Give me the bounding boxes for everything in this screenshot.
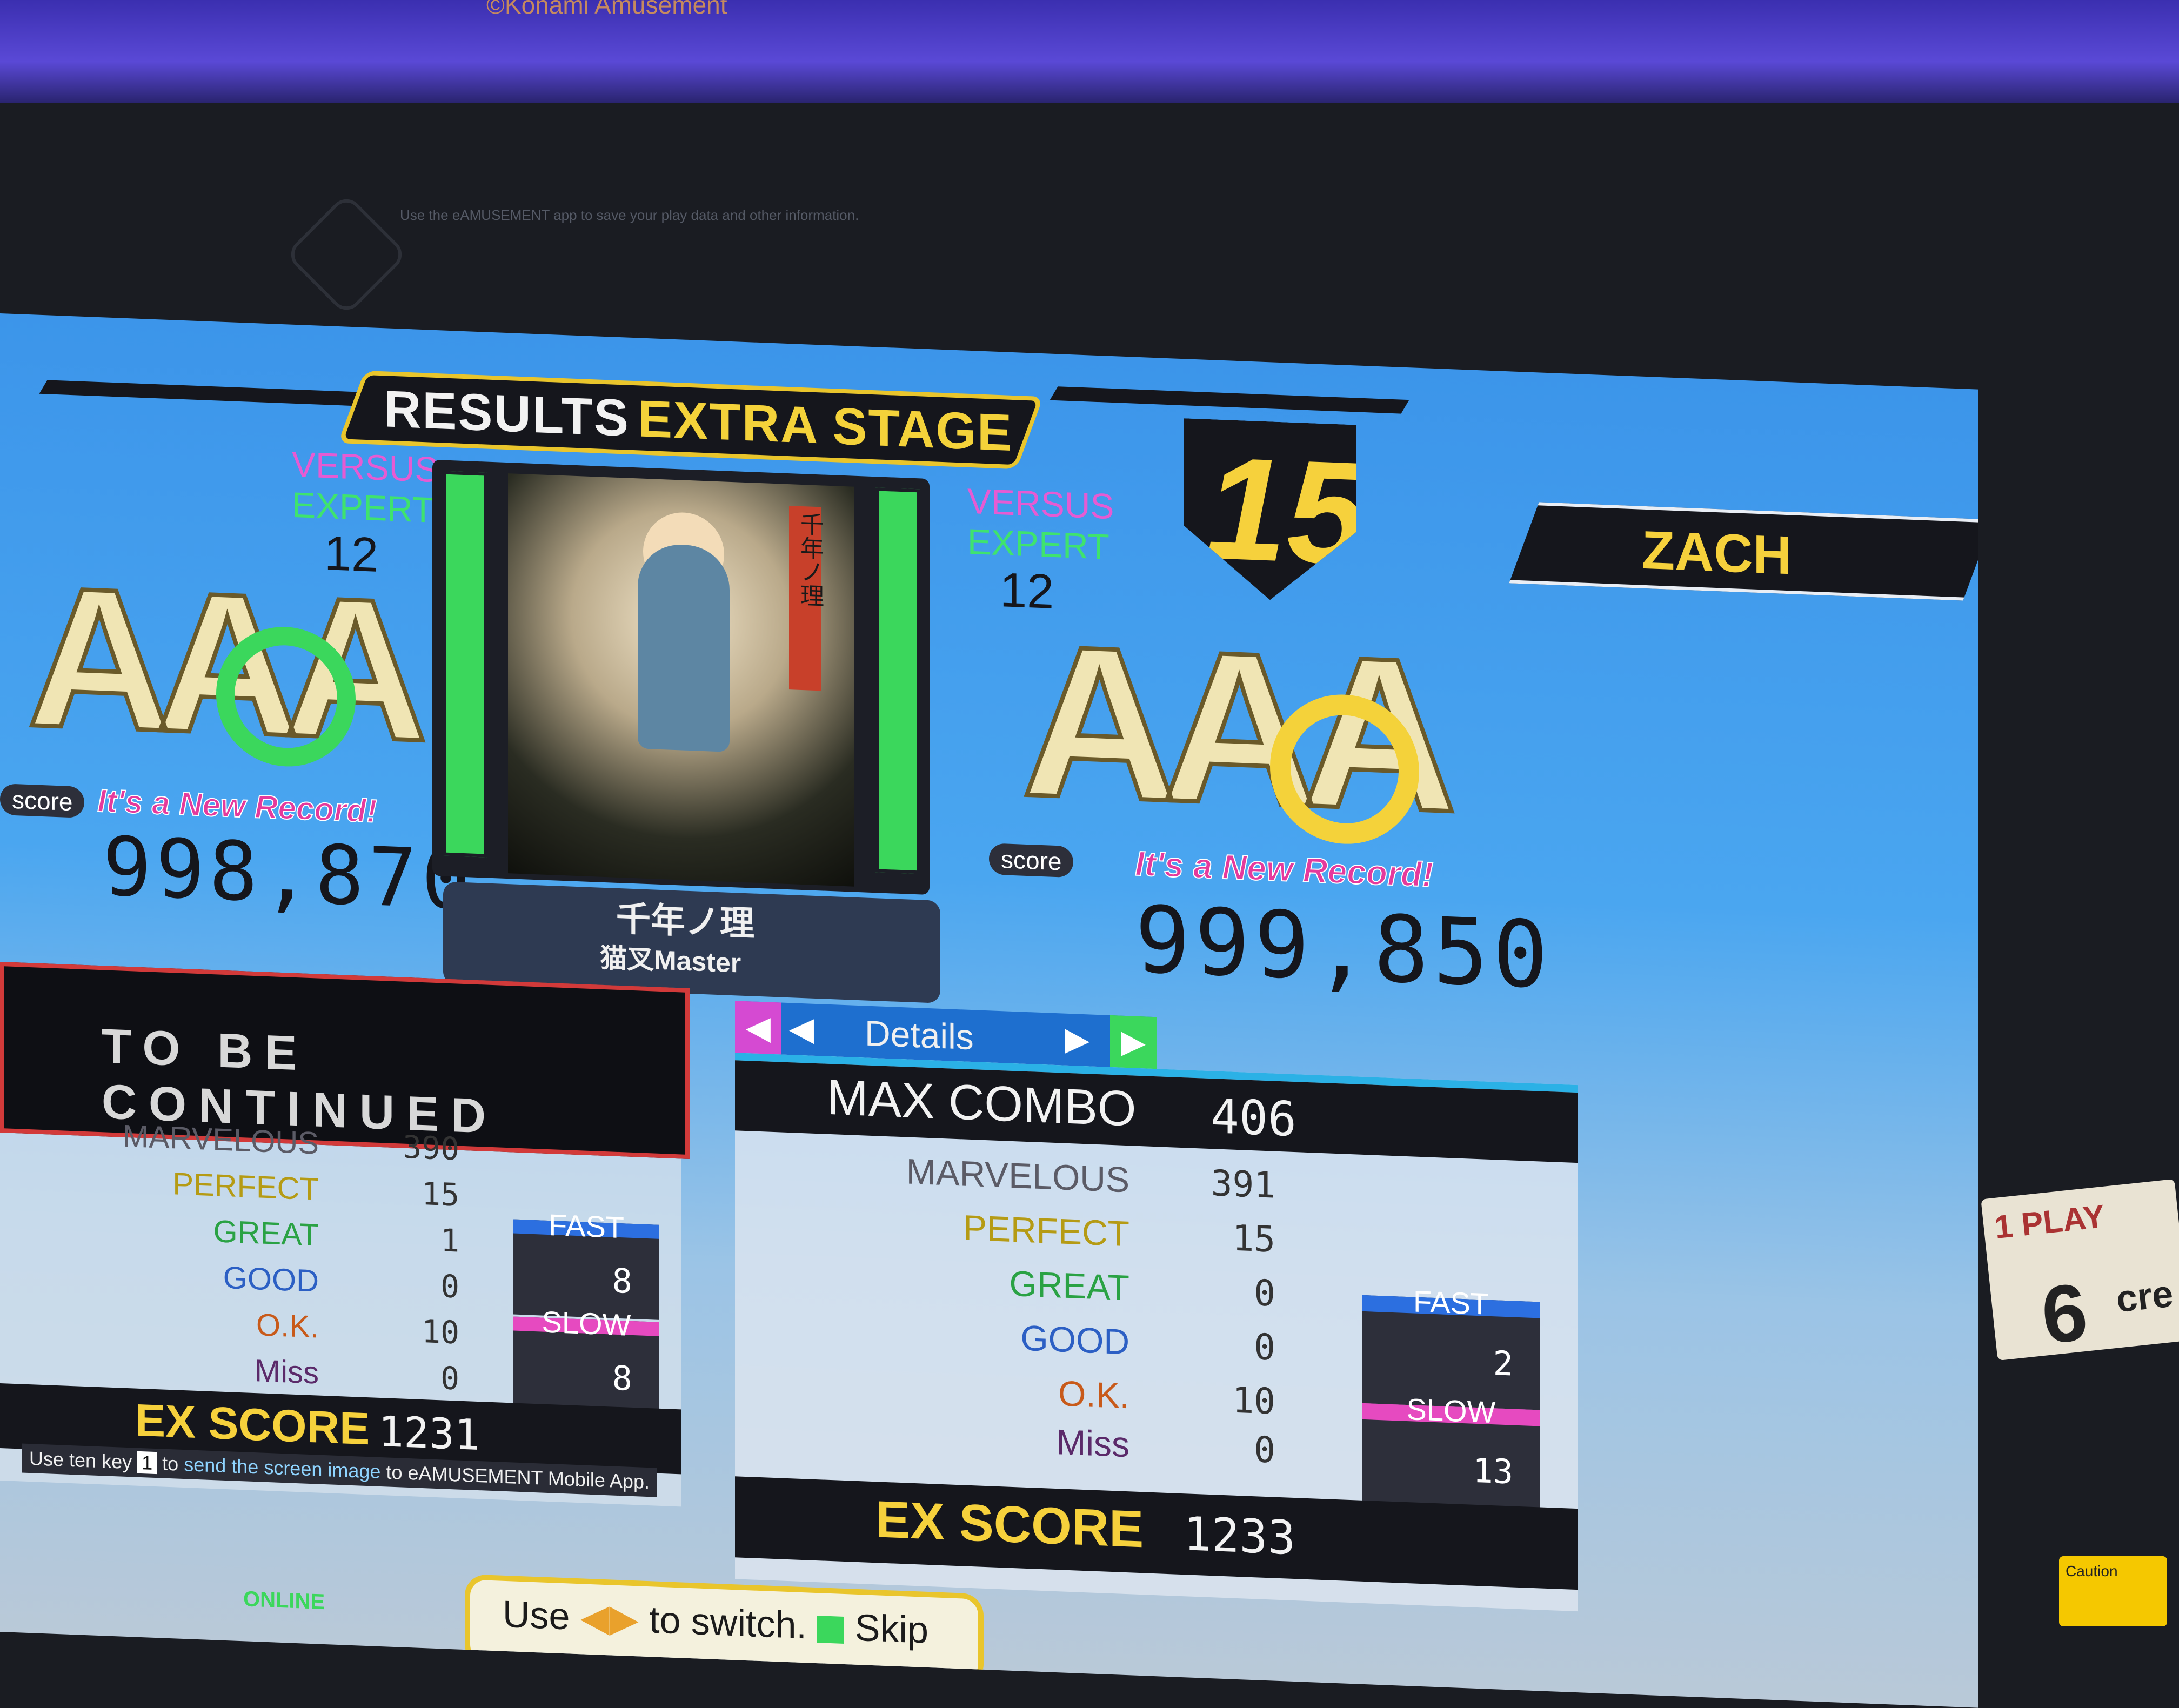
right-slow-value: 13 xyxy=(1473,1450,1513,1492)
hint-mid: to xyxy=(162,1452,179,1475)
left-mode: VERSUS xyxy=(292,444,439,490)
cabinet-marquee: ©Konami Amusement xyxy=(0,0,2179,103)
results-title: RESULTS xyxy=(384,380,630,447)
player-name: ZACH xyxy=(1641,519,1792,586)
player-name-plate: ZACH xyxy=(1509,502,1978,601)
header-deco-left xyxy=(39,380,372,406)
right-great-label: GREAT xyxy=(1009,1263,1129,1308)
right-score: 999,850 xyxy=(1135,886,1553,1010)
max-combo-label: MAX COMBO xyxy=(827,1069,1137,1137)
right-ok-label: O.K. xyxy=(1058,1373,1129,1416)
sticker-credit-unit: cre xyxy=(2114,1272,2175,1321)
ten-key-1-icon: 1 xyxy=(137,1451,157,1475)
max-combo-value: 406 xyxy=(1211,1088,1296,1148)
copyright-text: ©Konami Amusement xyxy=(486,0,727,19)
switch-hint-switch: to switch. xyxy=(649,1598,807,1647)
left-ex-score-label: EX SCORE xyxy=(135,1394,370,1455)
hint-link: send the screen image xyxy=(184,1453,381,1483)
tab-right-arrow-icon[interactable]: ▶ xyxy=(1065,1020,1090,1059)
tab-left-arrow-icon[interactable]: ◀ xyxy=(789,1009,814,1048)
right-gauge-bar xyxy=(875,487,920,874)
tab-details[interactable]: Details xyxy=(865,1012,974,1057)
right-marvelous-label: MARVELOUS xyxy=(906,1151,1129,1200)
left-slow-value: 8 xyxy=(612,1358,632,1398)
previous-page-button[interactable]: ◀ xyxy=(735,1001,781,1055)
song-artist: 猫叉Master xyxy=(600,942,741,979)
right-good-value: 0 xyxy=(1254,1326,1275,1369)
right-fast-value: 2 xyxy=(1493,1343,1513,1384)
green-button-icon xyxy=(817,1615,845,1644)
right-judgement-list: MARVELOUS 391 PERFECT 15 GREAT 0 GOOD 0 … xyxy=(0,313,1978,1471)
left-fast-value: 8 xyxy=(612,1261,632,1301)
right-ex-score-label: EX SCORE xyxy=(875,1490,1144,1559)
switch-hint-use: Use xyxy=(503,1592,570,1638)
right-mode: VERSUS xyxy=(967,480,1114,527)
left-ex-score: 1231 xyxy=(378,1407,480,1461)
left-ok-value: 10 xyxy=(422,1312,459,1351)
skip-label[interactable]: Skip xyxy=(855,1606,928,1651)
hint-post: to eAMUSEMENT Mobile App. xyxy=(386,1461,650,1493)
next-page-button[interactable]: ▶ xyxy=(1110,1015,1157,1069)
eamusement-logo-icon xyxy=(284,192,409,317)
left-great-value: 1 xyxy=(440,1222,459,1260)
left-perfect-value: 15 xyxy=(422,1175,459,1214)
right-miss-label: Miss xyxy=(1056,1422,1129,1465)
credit-counter: CREDIT : 0 xyxy=(654,1662,776,1694)
header-deco-right xyxy=(1050,386,1409,414)
left-right-arrows-icon: ◀▶ xyxy=(580,1596,639,1640)
left-marvelous-value: 390 xyxy=(403,1128,459,1168)
caution-sticker: Caution xyxy=(2059,1556,2167,1626)
left-miss-value: 0 xyxy=(440,1359,459,1397)
song-jacket-image: 千年ノ理 xyxy=(508,473,854,887)
right-fast-label: FAST xyxy=(1413,1284,1489,1321)
right-good-label: GOOD xyxy=(1020,1317,1129,1362)
right-difficulty: EXPERT xyxy=(967,521,1109,567)
left-score: 998,870 xyxy=(103,820,475,928)
left-score-label: score xyxy=(0,783,85,819)
left-difficulty: EXPERT xyxy=(292,484,434,530)
right-slow-label: SLOW xyxy=(1406,1391,1496,1430)
hint-pre: Use ten key xyxy=(29,1447,132,1473)
right-perfect-label: PERFECT xyxy=(962,1207,1129,1254)
caution-text: Caution xyxy=(2066,1563,2118,1579)
left-grade: AAA xyxy=(25,542,414,785)
left-judgement-list: MARVELOUS 390 PERFECT 15 GREAT 1 GOOD 0 … xyxy=(0,313,1978,1397)
sticker-credit-count: 6 xyxy=(2037,1265,2092,1361)
jacket-banner: 千年ノ理 xyxy=(789,506,823,691)
right-ok-value: 10 xyxy=(1232,1379,1275,1423)
right-ex-score: 1233 xyxy=(1184,1507,1296,1566)
online-status: ONLINE xyxy=(243,1587,325,1615)
right-score-label: score xyxy=(989,843,1074,878)
right-miss-value: 0 xyxy=(1254,1429,1275,1471)
price-sticker: 1 PLAY 6 cre xyxy=(1981,1179,2179,1361)
left-gauge-bar xyxy=(443,471,487,858)
song-level-badge: 15 xyxy=(1184,418,1356,603)
left-fast-label: FAST xyxy=(548,1207,625,1245)
song-level: 15 xyxy=(1205,426,1368,596)
left-good-value: 0 xyxy=(440,1268,459,1305)
right-perfect-value: 15 xyxy=(1232,1217,1275,1261)
left-slow-label: SLOW xyxy=(542,1304,631,1342)
jacket-character-body xyxy=(638,543,730,752)
right-great-value: 0 xyxy=(1254,1272,1275,1315)
sticker-play-text: 1 PLAY xyxy=(1993,1198,2107,1246)
bezel-notice: Use the eAMUSEMENT app to save your play… xyxy=(400,207,859,223)
jacket-banner-text: 千年ノ理 xyxy=(797,511,823,608)
right-marvelous-value: 391 xyxy=(1211,1162,1275,1207)
game-screen: RESULTS EXTRA STAGE 15 ZACH VERSUS EXPER… xyxy=(0,313,1978,1708)
